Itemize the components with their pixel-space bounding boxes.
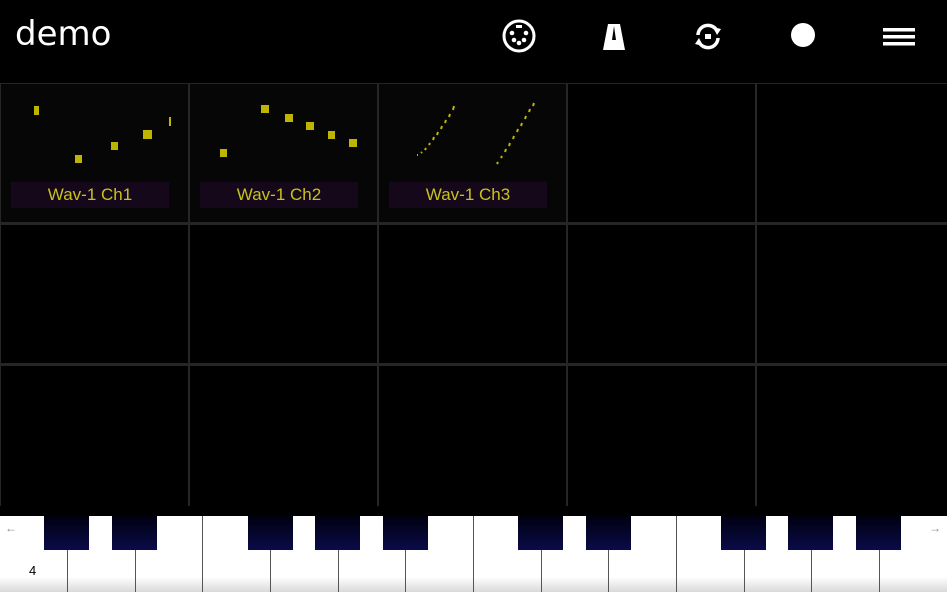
empty-clip-slot[interactable] bbox=[1, 366, 188, 506]
midi-button[interactable] bbox=[499, 16, 539, 56]
black-key[interactable] bbox=[856, 516, 901, 550]
empty-clip-slot[interactable] bbox=[379, 366, 566, 506]
menu-button[interactable] bbox=[879, 16, 919, 56]
empty-clip-slot[interactable] bbox=[568, 225, 755, 363]
octave-up-arrow-icon[interactable]: → bbox=[929, 521, 941, 535]
black-key[interactable] bbox=[112, 516, 157, 550]
black-key[interactable] bbox=[315, 516, 360, 550]
note-mark bbox=[111, 142, 118, 150]
empty-clip-slot[interactable] bbox=[568, 366, 755, 506]
clip-cell-ch2[interactable]: Wav-1 Ch2 bbox=[190, 84, 377, 222]
black-key[interactable] bbox=[788, 516, 833, 550]
clip-label: Wav-1 Ch3 bbox=[389, 182, 547, 208]
top-bar: demo bbox=[0, 0, 947, 84]
note-mark bbox=[143, 130, 152, 139]
octave-down-arrow-icon[interactable]: ← bbox=[5, 521, 17, 535]
clip-cell-ch1[interactable]: Wav-1 Ch1 bbox=[1, 84, 188, 222]
piano-keyboard: ← → 4 bbox=[0, 516, 947, 592]
clip-label: Wav-1 Ch2 bbox=[200, 182, 358, 208]
empty-clip-slot[interactable] bbox=[757, 366, 947, 506]
black-key[interactable] bbox=[248, 516, 293, 550]
note-mark bbox=[220, 149, 227, 157]
record-icon bbox=[791, 23, 815, 47]
octave-label: 4 bbox=[29, 563, 37, 578]
note-mark bbox=[261, 105, 269, 113]
note-mark bbox=[285, 114, 293, 122]
note-mark bbox=[169, 117, 171, 126]
note-mark bbox=[34, 106, 39, 115]
clip-grid: Wav-1 Ch1 Wav-1 Ch2 Wav-1 Ch3 bbox=[0, 83, 947, 506]
empty-clip-slot[interactable] bbox=[379, 225, 566, 363]
empty-clip-slot[interactable] bbox=[568, 84, 755, 222]
black-key[interactable] bbox=[586, 516, 631, 550]
sync-button[interactable] bbox=[688, 16, 728, 56]
black-key[interactable] bbox=[721, 516, 766, 550]
sync-icon bbox=[695, 23, 721, 50]
empty-clip-slot[interactable] bbox=[1, 225, 188, 363]
menu-icon bbox=[883, 28, 915, 46]
note-mark bbox=[349, 139, 357, 147]
empty-clip-slot[interactable] bbox=[190, 366, 377, 506]
note-mark bbox=[328, 131, 335, 139]
note-mark bbox=[75, 155, 82, 163]
clip-label: Wav-1 Ch1 bbox=[11, 182, 169, 208]
note-mark bbox=[306, 122, 314, 130]
metronome-icon bbox=[603, 24, 625, 50]
empty-clip-slot[interactable] bbox=[757, 84, 947, 222]
record-button[interactable] bbox=[783, 16, 823, 56]
midi-connector-icon bbox=[502, 19, 536, 53]
black-key[interactable] bbox=[383, 516, 428, 550]
project-title: demo bbox=[15, 14, 112, 54]
empty-clip-slot[interactable] bbox=[757, 225, 947, 363]
black-key[interactable] bbox=[44, 516, 89, 550]
black-key[interactable] bbox=[518, 516, 563, 550]
metronome-button[interactable] bbox=[594, 16, 634, 56]
clip-cell-ch3[interactable]: Wav-1 Ch3 bbox=[379, 84, 566, 222]
empty-clip-slot[interactable] bbox=[190, 225, 377, 363]
